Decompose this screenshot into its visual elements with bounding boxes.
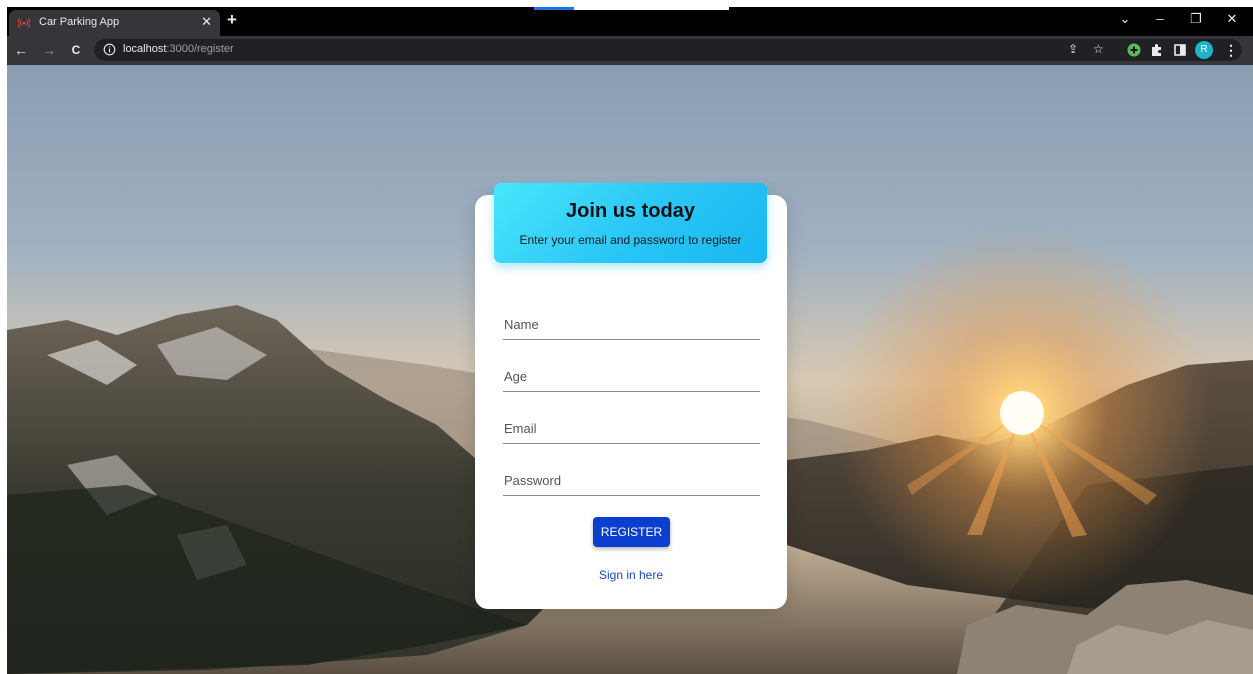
address-bar[interactable]: localhost:3000/register ⇪ ☆ <box>94 39 1242 61</box>
register-button[interactable]: REGISTER <box>593 517 670 547</box>
tab-search-icon[interactable]: ⌄ <box>1115 10 1135 28</box>
radio-waves-icon <box>18 18 30 28</box>
close-window-button[interactable]: ✕ <box>1222 10 1242 28</box>
info-icon[interactable] <box>103 43 116 56</box>
side-panel-icon[interactable] <box>1172 42 1188 58</box>
sign-in-link[interactable]: Sign in here <box>475 568 787 582</box>
url-path: :3000/register <box>166 43 234 55</box>
tab-strip-highlight <box>534 7 574 10</box>
tab-title: Car Parking App <box>39 16 120 28</box>
minimize-button[interactable]: – <box>1150 10 1170 28</box>
maximize-button[interactable]: ❐ <box>1186 10 1206 28</box>
bookmark-star-icon[interactable]: ☆ <box>1093 42 1104 57</box>
extension-green-icon[interactable] <box>1126 42 1142 58</box>
new-tab-button[interactable]: + <box>227 11 237 29</box>
forward-arrow-icon[interactable]: → <box>41 41 57 59</box>
profile-avatar[interactable]: R <box>1195 41 1213 59</box>
back-arrow-icon[interactable]: ← <box>13 41 29 59</box>
tab-strip: Car Parking App ✕ + ⌄ – ❐ ✕ <box>7 7 1253 36</box>
extensions-puzzle-icon[interactable] <box>1149 42 1165 58</box>
browser-toolbar: ← → C localhost:3000/register ⇪ ☆ R ⋮ <box>7 36 1253 65</box>
password-input[interactable] <box>503 470 760 496</box>
name-input[interactable] <box>503 314 760 340</box>
tab-car-parking-app[interactable]: Car Parking App ✕ <box>9 10 220 36</box>
age-input[interactable] <box>503 366 760 392</box>
form-title: Join us today <box>566 200 695 222</box>
register-card: Join us today Enter your email and passw… <box>475 183 787 609</box>
tab-close-icon[interactable]: ✕ <box>201 14 212 30</box>
url-host: localhost <box>123 43 167 55</box>
share-icon[interactable]: ⇪ <box>1068 42 1078 57</box>
email-input[interactable] <box>503 418 760 444</box>
reload-icon[interactable]: C <box>68 41 84 59</box>
register-page: Join us today Enter your email and passw… <box>7 65 1253 674</box>
address-url[interactable]: localhost:3000/register <box>123 43 234 55</box>
tab-strip-highlight-light <box>574 7 729 10</box>
card-header: Join us today Enter your email and passw… <box>494 183 767 263</box>
form-subtitle: Enter your email and password to registe… <box>519 233 742 247</box>
browser-window: Car Parking App ✕ + ⌄ – ❐ ✕ ← → C localh… <box>7 7 1253 65</box>
browser-menu-icon[interactable]: ⋮ <box>1223 41 1239 59</box>
